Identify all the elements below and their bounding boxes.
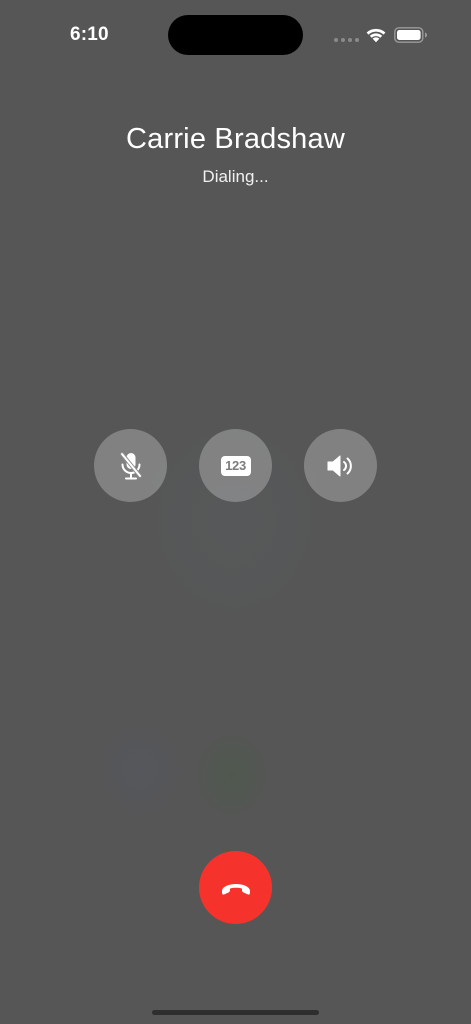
keypad-button[interactable]: 123 [199, 429, 272, 502]
call-status: Dialing... [202, 167, 269, 186]
dynamic-island [168, 15, 303, 55]
caller-name: Carrie Bradshaw [126, 123, 345, 155]
mute-button[interactable] [94, 429, 167, 502]
phone-down-icon [221, 883, 250, 895]
battery-icon [394, 27, 427, 43]
status-time: 6:10 [70, 24, 109, 45]
mic-slash-icon [119, 451, 142, 479]
cellular-signal-icon [334, 38, 360, 43]
speaker-button[interactable] [304, 429, 377, 502]
home-indicator[interactable] [152, 1010, 319, 1015]
wifi-icon [366, 28, 386, 43]
keypad-icon: 123 [220, 455, 251, 476]
end-call-button[interactable] [199, 851, 272, 924]
speaker-icon [327, 455, 352, 476]
